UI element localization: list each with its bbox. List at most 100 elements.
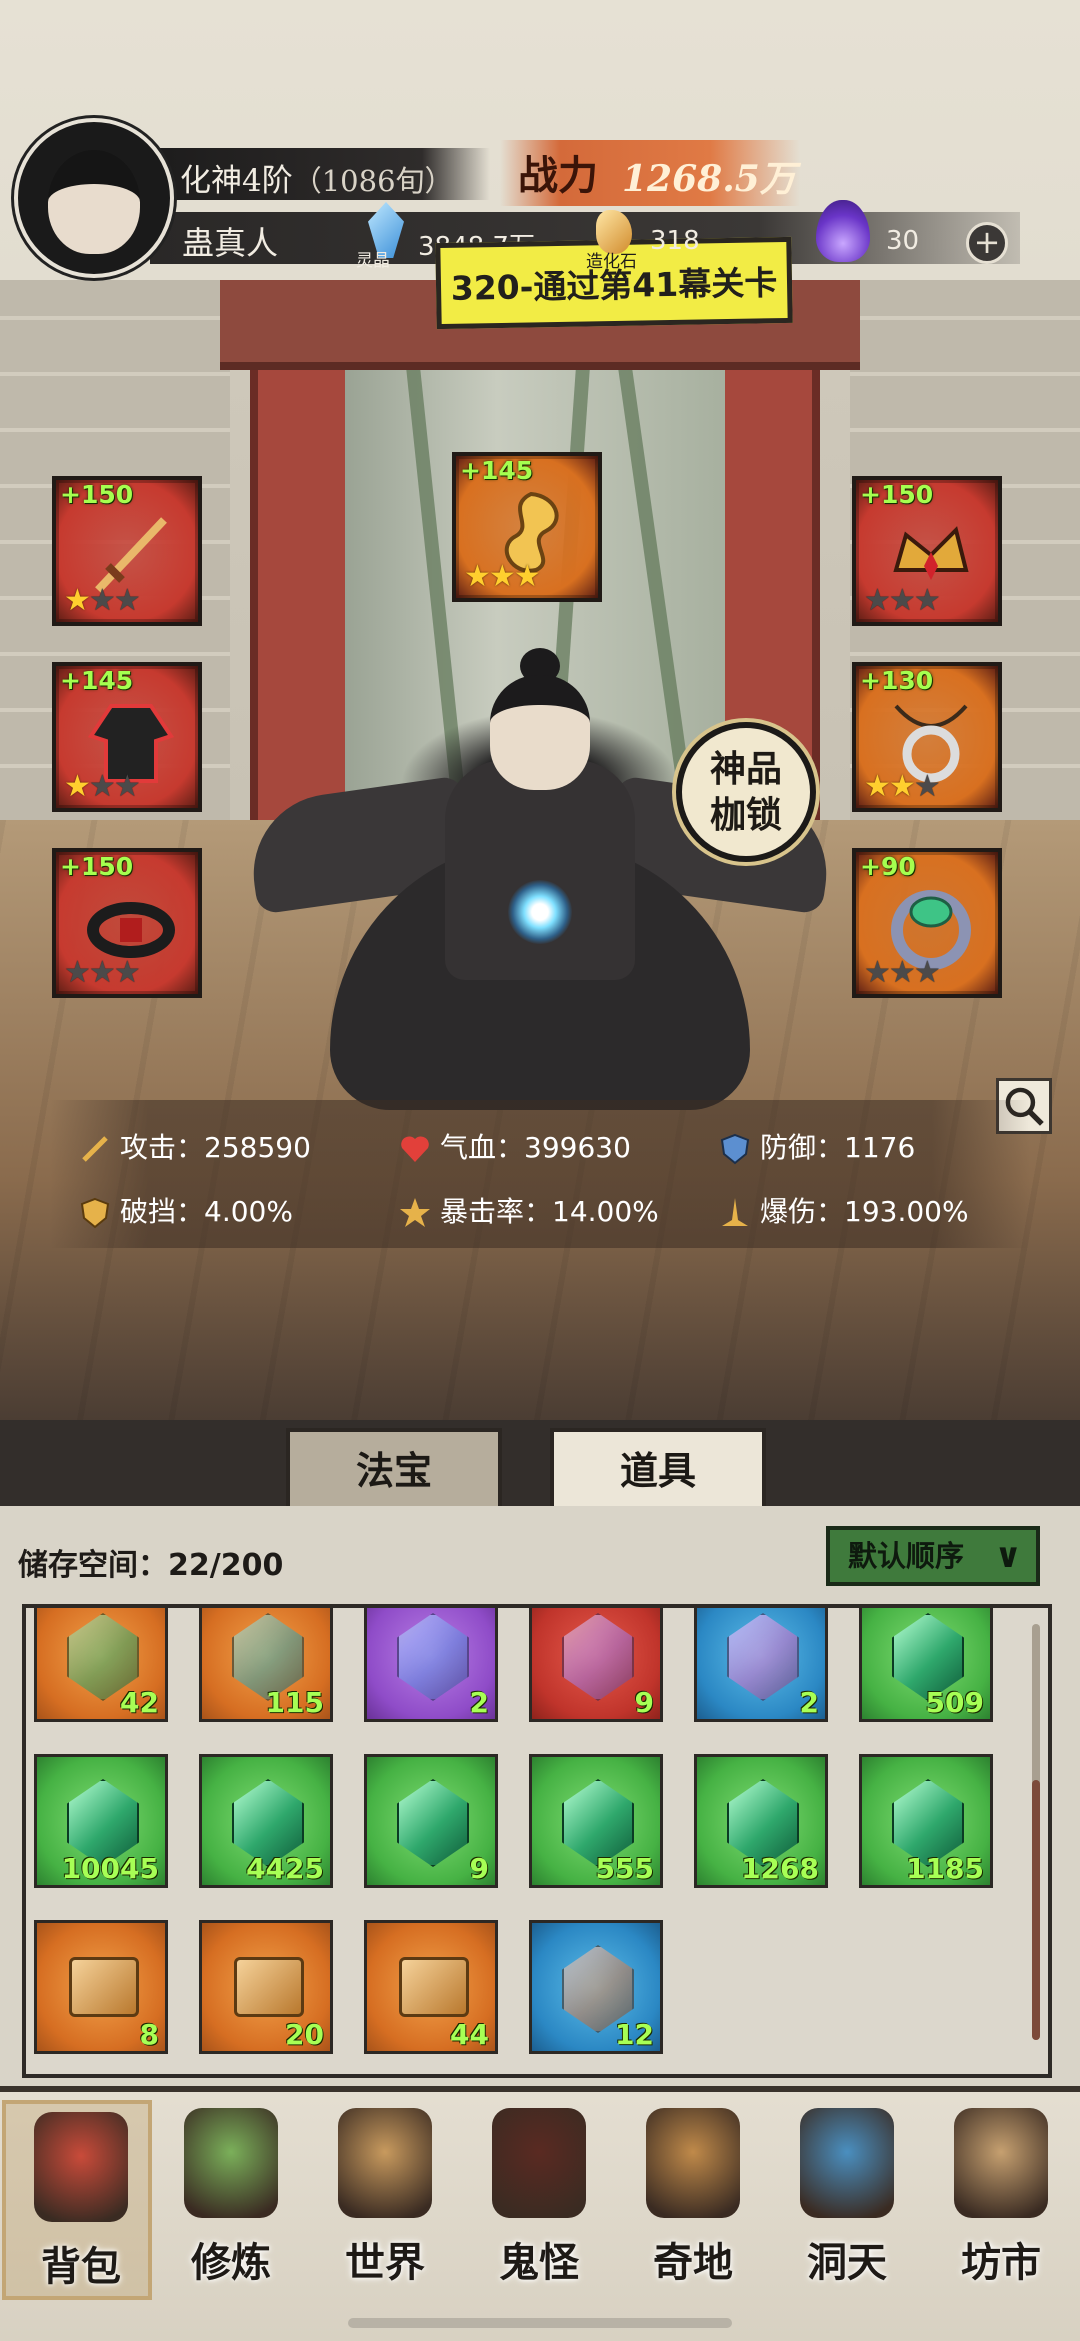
player-avatar[interactable] — [14, 118, 174, 278]
stat-defense-text: 防御：1176 — [760, 1131, 916, 1164]
character-torso — [445, 760, 635, 980]
item-count: 20 — [285, 2018, 324, 2051]
creation-stone-value: 318 — [650, 226, 700, 256]
nav-label: 背包 — [41, 2243, 121, 2290]
inventory-item[interactable]: 1268 — [694, 1754, 828, 1888]
slot-stars: ★★★ — [864, 769, 941, 804]
equip-slot-helmet[interactable]: +150 ★★★ — [852, 476, 1002, 626]
divine-shackle-badge[interactable]: 神品 枷锁 — [676, 722, 816, 862]
slot-stars: ★★★ — [64, 955, 141, 990]
inventory-item[interactable]: 9 — [529, 1608, 663, 1722]
slot-level: +90 — [860, 852, 916, 881]
cloth-icon — [397, 1613, 469, 1701]
player-name: 蛊真人 — [182, 224, 279, 262]
realm-level: 化神4阶 — [180, 163, 293, 199]
slot-level: +150 — [60, 852, 134, 881]
star-icon: ★ — [113, 769, 141, 804]
slot-stars: ★★★ — [464, 559, 541, 594]
nav-label: 世界 — [345, 2239, 425, 2286]
portal-icon — [800, 2108, 894, 2218]
inventory-item[interactable]: 4425 — [199, 1754, 333, 1888]
equip-slot-treasure[interactable]: +145 ★★★ — [452, 452, 602, 602]
home-indicator[interactable] — [348, 2318, 732, 2328]
stat-crit-rate-text: 暴击率：14.00% — [440, 1195, 659, 1228]
grid-scroll-thumb[interactable] — [1032, 1780, 1040, 2040]
inventory-item[interactable]: 509 — [859, 1608, 993, 1722]
slot-stars: ★★★ — [64, 769, 141, 804]
inventory-item[interactable]: 20 — [199, 1920, 333, 2054]
slot-level: +145 — [460, 456, 534, 485]
slot-stars: ★★★ — [64, 583, 141, 618]
slot-level: +150 — [860, 480, 934, 509]
inventory-item[interactable]: 9 — [364, 1754, 498, 1888]
spirit-crystal-label: 灵晶 — [356, 251, 390, 271]
item-count: 9 — [634, 1686, 654, 1719]
slot-level: +150 — [60, 480, 134, 509]
inventory-item[interactable]: 2 — [694, 1608, 828, 1722]
inventory-item[interactable]: 42 — [34, 1608, 168, 1722]
nav-item[interactable]: 洞天 — [772, 2100, 922, 2300]
nav-label: 奇地 — [653, 2239, 733, 2286]
equip-slot-weapon[interactable]: +150 ★★★ — [52, 476, 202, 626]
equip-slot-armor[interactable]: +145 ★★★ — [52, 662, 202, 812]
soul-flame-value: 30 — [886, 226, 920, 256]
star-icon: ★ — [864, 583, 891, 618]
star-icon: ★ — [913, 769, 941, 804]
herb-icon — [184, 2108, 278, 2218]
stat-attack: 攻击：258590 — [78, 1126, 311, 1166]
tab-items[interactable]: 道具 — [550, 1428, 766, 1508]
realm-label: 化神4阶（1086旬） — [180, 155, 454, 200]
nav-item[interactable]: 鬼怪 — [464, 2100, 614, 2300]
heart-icon — [401, 1136, 429, 1162]
star-icon: ★ — [464, 559, 491, 594]
item-count: 10045 — [61, 1852, 159, 1885]
tab-strip — [0, 1420, 1080, 1506]
inventory-item[interactable]: 44 — [364, 1920, 498, 2054]
nav-item[interactable]: 坊市 — [926, 2100, 1076, 2300]
inventory-item[interactable]: 10045 — [34, 1754, 168, 1888]
star-icon: ★ — [113, 583, 141, 618]
tab-treasure[interactable]: 法宝 — [286, 1428, 502, 1508]
puzzle-piece-icon — [234, 1957, 304, 2017]
stat-hp: 气血：399630 — [398, 1126, 631, 1166]
inventory-item[interactable]: 12 — [529, 1920, 663, 2054]
equip-slot-belt[interactable]: +150 ★★★ — [52, 848, 202, 998]
nav-item[interactable]: 奇地 — [618, 2100, 768, 2300]
nav-item[interactable]: 背包 — [2, 2100, 152, 2300]
item-count: 4425 — [246, 1852, 324, 1885]
avatar-face — [48, 150, 140, 254]
stat-block-break-text: 破挡：4.00% — [120, 1195, 293, 1228]
star-icon: ★ — [913, 955, 941, 990]
equip-slot-necklace[interactable]: +130 ★★★ — [852, 662, 1002, 812]
inventory-item[interactable]: 555 — [529, 1754, 663, 1888]
star-icon: ★ — [88, 583, 116, 618]
sort-order-button[interactable]: 默认顺序 ∨ — [826, 1526, 1040, 1586]
inventory-item[interactable]: 115 — [199, 1608, 333, 1722]
inventory-item[interactable]: 8 — [34, 1920, 168, 2054]
nav-item[interactable]: 世界 — [310, 2100, 460, 2300]
demon-egg-icon — [492, 2108, 586, 2218]
stat-crit-damage-text: 爆伤：193.00% — [760, 1195, 969, 1228]
scroll-icon — [338, 2108, 432, 2218]
item-count: 1185 — [906, 1852, 984, 1885]
sort-order-label: 默认顺序 — [848, 1539, 965, 1573]
item-count: 509 — [925, 1686, 984, 1719]
star-icon: ★ — [888, 955, 916, 990]
star-icon: ★ — [64, 955, 91, 990]
add-resource-button[interactable]: + — [966, 222, 1008, 264]
nav-item[interactable]: 修炼 — [156, 2100, 306, 2300]
stat-attack-text: 攻击：258590 — [120, 1131, 311, 1164]
cultivator-character[interactable] — [230, 648, 850, 1120]
item-grid[interactable]: 42 115 2 9 2 509 10045 4425 9 555 1268 1185 8 20 44 12 — [22, 1604, 1052, 2078]
nav-label: 坊市 — [961, 2239, 1041, 2286]
boot-icon — [727, 1613, 799, 1701]
inventory-item[interactable]: 1185 — [859, 1754, 993, 1888]
equip-slot-ring[interactable]: +90 ★★★ — [852, 848, 1002, 998]
explosion-icon — [722, 1198, 748, 1226]
token-icon — [562, 1613, 634, 1701]
inventory-item[interactable]: 2 — [364, 1608, 498, 1722]
pagoda-icon — [646, 2108, 740, 2218]
nav-label: 鬼怪 — [499, 2239, 579, 2286]
realm-age: （1086旬） — [292, 164, 454, 198]
stat-crit-rate: 暴击率：14.00% — [398, 1190, 659, 1230]
